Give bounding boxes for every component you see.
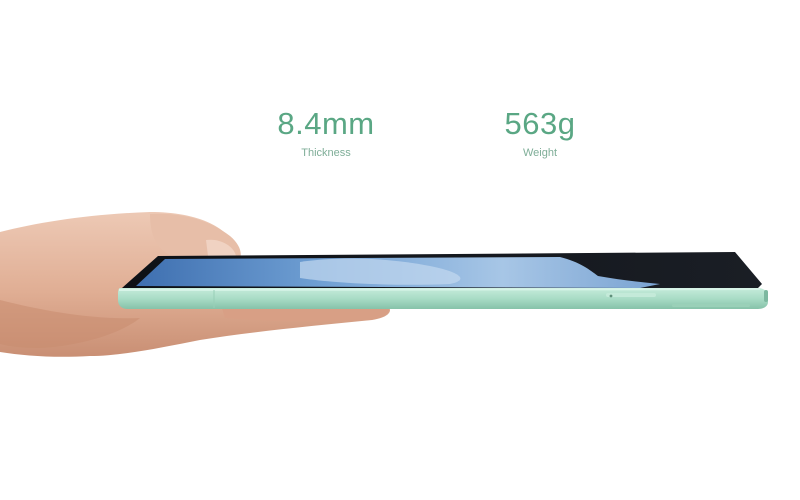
volume-button [606,293,656,297]
tablet-in-hand-illustration [0,212,768,357]
side-port [672,304,750,307]
tablet [118,252,768,309]
thickness-value: 8.4mm [277,106,375,141]
tablet-body [118,288,768,309]
weight-value: 563g [504,106,576,141]
product-banner: 8.4mm Thickness 563g Weight [0,0,800,500]
spec-weight: 563g Weight [480,108,600,159]
frame-highlight [118,288,761,291]
spec-thickness: 8.4mm Thickness [266,108,386,159]
power-button [764,290,768,302]
microphone-hole [609,294,613,298]
thickness-label: Thickness [301,147,351,159]
weight-label: Weight [522,147,558,159]
